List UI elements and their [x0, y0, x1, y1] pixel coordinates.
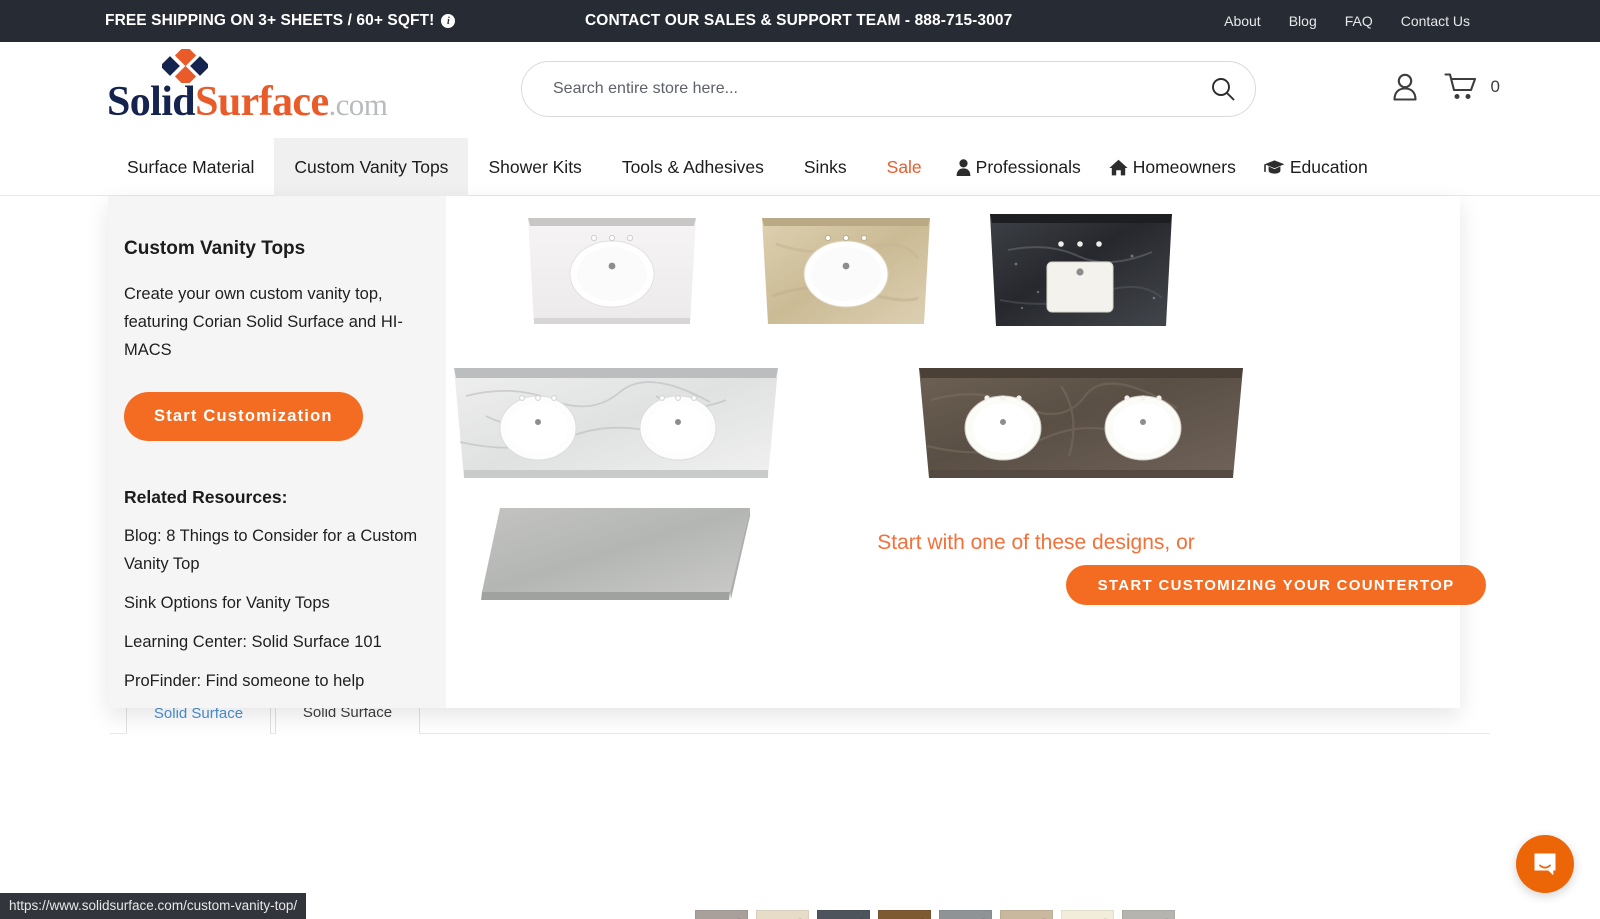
contact-sales-text[interactable]: CONTACT OUR SALES & SUPPORT TEAM - 888-7… — [585, 0, 1012, 42]
utility-link-contact-us[interactable]: Contact Us — [1401, 13, 1470, 29]
home-icon — [1109, 159, 1128, 176]
nav-item-professionals[interactable]: Professionals — [942, 138, 1095, 196]
vanity-top-white-single[interactable] — [522, 204, 702, 334]
resource-link-learning-center[interactable]: Learning Center: Solid Surface 101 — [124, 628, 434, 656]
resource-link-sink-options[interactable]: Sink Options for Vanity Tops — [124, 589, 434, 617]
logo-word-com: .com — [328, 87, 388, 122]
mega-menu-left-panel: Custom Vanity Tops Create your own custo… — [108, 196, 446, 708]
info-icon[interactable]: i — [441, 14, 456, 28]
nav-label: Sale — [886, 156, 922, 177]
material-swatch[interactable] — [756, 910, 809, 919]
nav-label: Homeowners — [1132, 156, 1236, 177]
search-input[interactable] — [522, 62, 1191, 116]
free-shipping-promo[interactable]: FREE SHIPPING ON 3+ SHEETS / 60+ SQFT! i — [105, 0, 456, 42]
free-shipping-text: FREE SHIPPING ON 3+ SHEETS / 60+ SQFT! — [105, 12, 435, 29]
resource-link-profinder[interactable]: ProFinder: Find someone to help — [124, 667, 434, 695]
person-icon — [956, 158, 971, 176]
nav-item-education[interactable]: Education — [1250, 138, 1382, 196]
nav-item-custom-vanity-tops[interactable]: Custom Vanity Tops — [274, 138, 469, 196]
start-with-design-caption: Start with one of these designs, or — [877, 531, 1195, 554]
logo-wordmark: SolidSurface.com — [107, 77, 388, 130]
material-swatch[interactable] — [1061, 910, 1114, 919]
material-swatch[interactable] — [1122, 910, 1175, 919]
nav-label: Sinks — [803, 156, 847, 177]
main-navigation: Surface Material Custom Vanity Tops Show… — [0, 138, 1600, 196]
search-button[interactable] — [1191, 62, 1255, 116]
material-swatch[interactable] — [939, 910, 992, 919]
logo-word-solid: Solid — [107, 79, 196, 125]
utility-top-bar: FREE SHIPPING ON 3+ SHEETS / 60+ SQFT! i… — [0, 0, 1600, 42]
search-icon — [1212, 78, 1235, 101]
material-swatch[interactable] — [817, 910, 870, 919]
browser-page: Solid Surface Solid Surface 0.0 ★★★★★ Kh… — [0, 0, 1600, 919]
nav-item-shower-kits[interactable]: Shower Kits — [468, 138, 601, 196]
nav-item-homeowners[interactable]: Homeowners — [1095, 138, 1250, 196]
chat-launcher-button[interactable] — [1516, 835, 1574, 893]
cart-button[interactable]: 0 — [1443, 72, 1500, 102]
vanity-top-beige-single[interactable] — [756, 204, 936, 334]
site-logo[interactable]: SolidSurface.com — [107, 49, 437, 133]
utility-link-about[interactable]: About — [1224, 13, 1261, 29]
cart-icon — [1443, 73, 1476, 99]
nav-label: Custom Vanity Tops — [294, 156, 449, 177]
search-box[interactable] — [521, 61, 1256, 117]
nav-item-sale[interactable]: Sale — [867, 138, 942, 196]
mega-menu-title: Custom Vanity Tops — [124, 238, 306, 259]
cart-count: 0 — [1490, 77, 1500, 96]
nav-label: Surface Material — [127, 156, 255, 177]
related-resources-heading: Related Resources: — [124, 487, 288, 507]
utility-link-faq[interactable]: FAQ — [1345, 13, 1373, 29]
mega-menu-description: Create your own custom vanity top, featu… — [124, 285, 403, 359]
utility-links: About Blog FAQ Contact Us — [1224, 0, 1470, 42]
nav-label: Education — [1289, 156, 1368, 177]
vanity-top-grey-flat-slab[interactable] — [478, 498, 768, 608]
logo-word-surface: Surface — [195, 79, 329, 125]
nav-item-tools-adhesives[interactable]: Tools & Adhesives — [602, 138, 784, 196]
material-swatch[interactable] — [695, 910, 748, 919]
custom-vanity-tops-mega-menu: Custom Vanity Tops Create your own custo… — [108, 196, 1486, 708]
nav-item-sinks[interactable]: Sinks — [784, 138, 867, 196]
user-icon — [1392, 73, 1417, 101]
material-swatch-grid[interactable] — [695, 910, 1183, 919]
resource-link-blog-8-things[interactable]: Blog: 8 Things to Consider for a Custom … — [124, 522, 434, 578]
start-customizing-countertop-button[interactable]: START CUSTOMIZING YOUR COUNTERTOP — [1066, 565, 1486, 605]
status-bar-url: https://www.solidsurface.com/custom-vani… — [0, 893, 307, 919]
material-swatch[interactable] — [1000, 910, 1053, 919]
header-actions: 0 — [1388, 70, 1500, 104]
utility-link-blog[interactable]: Blog — [1289, 13, 1317, 29]
material-swatch[interactable] — [878, 910, 931, 919]
vanity-top-white-marble-double[interactable] — [446, 356, 786, 486]
chat-bubble-icon — [1534, 853, 1556, 876]
vanity-top-brown-double[interactable] — [911, 356, 1251, 486]
related-resources-list: Blog: 8 Things to Consider for a Custom … — [124, 522, 417, 695]
start-customization-button[interactable]: Start Customization — [124, 392, 363, 441]
site-header: SolidSurface.com Search entire store her… — [0, 42, 1600, 138]
nav-label: Shower Kits — [488, 156, 582, 177]
nav-item-surface-material[interactable]: Surface Material — [107, 138, 274, 196]
mega-menu-right-panel: Start with one of these designs, or STAR… — [446, 196, 1486, 708]
graduation-cap-icon — [1264, 159, 1285, 175]
account-button[interactable] — [1388, 70, 1422, 104]
nav-label: Tools & Adhesives — [621, 156, 764, 177]
vanity-top-dark-granite-rect[interactable] — [986, 204, 1176, 334]
nav-label: Professionals — [975, 156, 1081, 177]
